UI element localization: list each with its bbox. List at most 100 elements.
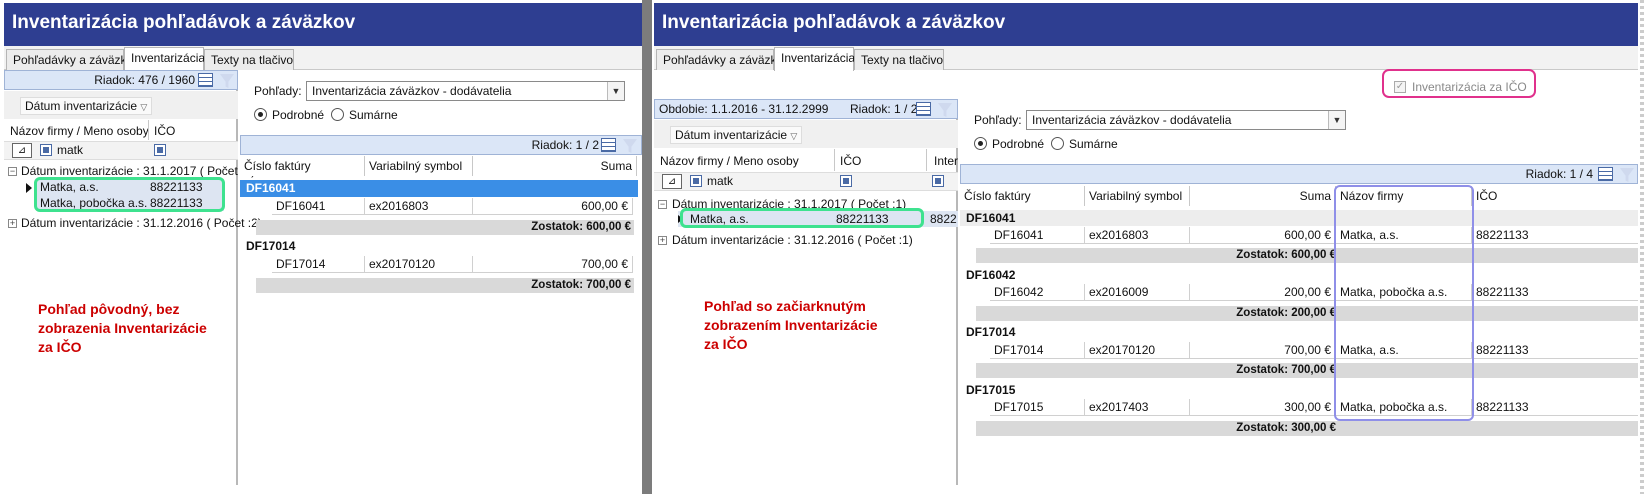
invoice-group[interactable]: DF17014 — [966, 325, 1015, 339]
group-collapse-icon[interactable]: − — [8, 167, 17, 176]
invoice-ico[interactable]: 88221133 — [1472, 342, 1638, 359]
group-bg — [960, 210, 1638, 226]
col-nazov-firmy[interactable]: Názov firmy / Meno osoby — [660, 154, 799, 168]
tab-texty[interactable]: Texty na tlačivo — [854, 49, 944, 70]
pohlady-select[interactable]: Inventarizácia záväzkov - dodávatelia ▼ — [1026, 110, 1346, 130]
filter-name-input[interactable]: matk — [707, 174, 733, 188]
group-row-2[interactable]: Dátum inventarizácie : 31.12.2016 ( Poče… — [672, 233, 913, 247]
invoice-cislo[interactable]: DF17014 — [990, 342, 1085, 359]
grid-icon[interactable] — [198, 73, 213, 87]
tab-pohladavky[interactable]: Pohľadávky a záväzky — [6, 49, 133, 70]
invoice-cislo[interactable]: DF16041 — [272, 198, 365, 215]
pohlady-select[interactable]: Inventarizácia záväzkov - dodávatelia ▼ — [306, 81, 625, 101]
col-nazov-firmy[interactable]: Názov firmy / Meno osoby — [10, 124, 149, 138]
invoice-suma[interactable]: 200,00 € — [1190, 284, 1336, 301]
invoice-cislo[interactable]: DF17014 — [272, 256, 365, 273]
pohlady-label: Pohľady: — [974, 113, 1022, 127]
chevron-down-icon[interactable]: ▼ — [1328, 111, 1345, 129]
obdobie-label: Obdobie: 1.1.2016 - 31.12.2999 — [659, 102, 829, 116]
group-expand-icon[interactable]: + — [658, 236, 667, 245]
col-ico[interactable]: IČO — [840, 154, 861, 168]
invoice-vs[interactable]: ex2016803 — [365, 198, 473, 215]
col-cislo-faktury[interactable]: Číslo faktúry — [960, 186, 1085, 206]
pohlady-label: Pohľady: — [254, 84, 302, 98]
group-expand-icon[interactable]: + — [8, 219, 17, 228]
invoice-vs[interactable]: ex2017403 — [1085, 399, 1190, 416]
tab-texty[interactable]: Texty na tlačivo — [204, 49, 294, 70]
zostatok-row: Zostatok: 200,00 € — [976, 306, 1638, 321]
group-row-2[interactable]: Dátum inventarizácie : 31.12.2016 ( Poče… — [21, 216, 262, 230]
col-variabilny-symbol[interactable]: Variabilný symbol — [365, 156, 473, 176]
right-window: Inventarizácia pohľadávok a záväzkov Poh… — [654, 3, 1638, 485]
invoice-cislo[interactable]: DF16042 — [990, 284, 1085, 301]
row-counter: Riadok: 1 / 2 — [850, 102, 918, 116]
invoice-vs[interactable]: ex2016803 — [1085, 227, 1190, 244]
invoice-group[interactable]: DF17014 — [246, 239, 295, 253]
group-by-chip[interactable]: Dátum inventarizácie ▽ — [670, 126, 803, 144]
col-inter[interactable]: Inter — [934, 154, 958, 168]
highlight-rows-left — [34, 177, 225, 212]
invoice-group[interactable]: DF16042 — [966, 268, 1015, 282]
radio-sumarne[interactable] — [331, 108, 344, 121]
detail-header: Riadok: 1 / 2 — [240, 135, 642, 155]
zostatok-row: Zostatok: 700,00 € — [256, 278, 634, 293]
tab-pohladavky[interactable]: Pohľadávky a záväzky — [656, 49, 783, 70]
invoice-cislo[interactable]: DF17015 — [990, 399, 1085, 416]
filter-ico-operator[interactable] — [154, 144, 166, 156]
col-suma[interactable]: Suma — [473, 156, 637, 176]
filter-edit-icon[interactable]: ⊿ — [662, 174, 682, 189]
pohlady-select-value: Inventarizácia záväzkov - dodávatelia — [1032, 113, 1232, 127]
col-ico[interactable]: IČO — [1472, 186, 1638, 206]
filter-name-operator[interactable] — [690, 175, 702, 187]
tab-inventarizacia[interactable]: Inventarizácia — [774, 47, 855, 71]
zostatok-row: Zostatok: 600,00 € — [976, 248, 1638, 263]
invoice-ico[interactable]: 88221133 — [1472, 284, 1638, 301]
left-tabs: Pohľadávky a záväzky Inventarizácia Text… — [4, 46, 642, 71]
filter-inter-operator[interactable] — [932, 175, 944, 187]
invoice-ico[interactable]: 88221133 — [1472, 227, 1638, 244]
left-detail-panel: Pohľady: Inventarizácia záväzkov - dodáv… — [240, 70, 642, 485]
col-divider — [148, 120, 149, 140]
highlight-checkbox — [1382, 69, 1536, 98]
invoice-suma[interactable]: 700,00 € — [473, 256, 633, 273]
invoice-vs[interactable]: ex2016009 — [1085, 284, 1190, 301]
radio-podrobne[interactable] — [974, 137, 987, 150]
col-variabilny-symbol[interactable]: Variabilný symbol — [1085, 186, 1190, 206]
right-tabs: Pohľadávky a záväzky Inventarizácia Text… — [654, 46, 1638, 71]
invoice-suma[interactable]: 700,00 € — [1190, 342, 1336, 359]
col-divider — [926, 149, 927, 171]
invoice-suma[interactable]: 300,00 € — [1190, 399, 1336, 416]
invoice-group[interactable]: DF16041 — [966, 211, 1015, 225]
group-row-1[interactable]: Dátum inventarizácie : 31.1.2017 ( Počet… — [21, 164, 255, 178]
zostatok-row: Zostatok: 700,00 € — [976, 363, 1638, 378]
col-cislo-faktury[interactable]: Číslo faktúry — [240, 156, 365, 176]
filter-name-operator[interactable] — [40, 144, 52, 156]
radio-podrobne[interactable] — [254, 108, 267, 121]
invoice-group[interactable]: DF16041 — [246, 181, 295, 195]
row-pointer-icon — [26, 183, 32, 193]
group-collapse-icon[interactable]: − — [658, 200, 667, 209]
detail-row-counter: Riadok: 1 / 2 — [531, 138, 599, 152]
invoice-cislo[interactable]: DF16041 — [990, 227, 1085, 244]
invoice-ico[interactable]: 88221133 — [1472, 399, 1638, 416]
chevron-down-icon[interactable]: ▼ — [607, 82, 624, 100]
invoice-group[interactable]: DF17015 — [966, 383, 1015, 397]
col-ico[interactable]: IČO — [154, 124, 175, 138]
filter-edit-icon[interactable]: ⊿ — [12, 143, 32, 158]
radio-podrobne-label: Podrobné — [992, 137, 1045, 151]
invoice-suma[interactable]: 600,00 € — [1190, 227, 1336, 244]
tab-inventarizacia[interactable]: Inventarizácia — [124, 47, 205, 71]
grid-icon[interactable] — [1598, 167, 1613, 181]
radio-sumarne[interactable] — [1051, 137, 1064, 150]
filter-ico-operator[interactable] — [840, 175, 852, 187]
group-by-chip[interactable]: Dátum inventarizácie ▽ — [20, 97, 153, 115]
grid-icon[interactable] — [916, 102, 931, 116]
left-title: Inventarizácia pohľadávok a záväzkov — [4, 3, 642, 46]
invoice-suma[interactable]: 600,00 € — [473, 198, 633, 215]
list-row-inter[interactable]: 8822 — [930, 212, 958, 226]
grid-icon[interactable] — [601, 138, 616, 152]
invoice-vs[interactable]: ex20170120 — [365, 256, 473, 273]
invoice-vs[interactable]: ex20170120 — [1085, 342, 1190, 359]
col-suma[interactable]: Suma — [1190, 186, 1336, 206]
filter-name-input[interactable]: matk — [57, 143, 83, 157]
